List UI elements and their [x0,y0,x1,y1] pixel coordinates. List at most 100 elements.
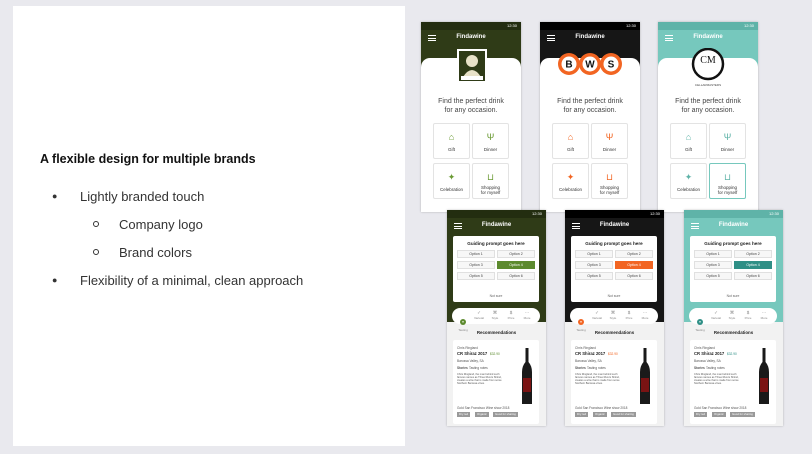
tag-chip[interactable]: Dry red [694,412,708,417]
tag-chip[interactable]: Organic [475,412,489,417]
tab-style[interactable]: ⌘ Style [725,310,739,322]
status-bar: 12:30 [565,210,664,218]
not-sure-link[interactable]: Not sure [453,294,539,298]
tab-tasting[interactable]: ▾ Tasting [574,310,588,332]
option-1[interactable]: Option 1 [457,250,495,258]
cm-caption: CELLARMASTERS [695,83,721,87]
not-sure-link[interactable]: Not sure [690,294,776,298]
option-1[interactable]: Option 1 [575,250,613,258]
phone-detail-danmurphys: 12:30 Findawine Guiding prompt goes here… [447,210,546,426]
sub-bullet-circle [93,221,99,227]
wine-bottle-image [521,348,533,404]
tile-dinner[interactable]: Ψ Dinner [591,123,628,159]
wine-card[interactable]: Chris Ringland CR Shiraz 2017 $32.90 Bar… [571,340,657,424]
app-title: Findawine [481,222,512,228]
tab-style[interactable]: ⌘ Style [488,310,502,322]
option-2[interactable]: Option 2 [615,250,653,258]
text-panel: A flexible design for multiple brands ● … [13,6,405,446]
status-bar: 12:30 [684,210,783,218]
phone-home-bws: 12:30 Findawine B W S Find the perfect d… [540,22,640,212]
wine-bottle-image [758,348,770,404]
tile-gift[interactable]: ⌂ Gift [670,123,707,159]
tag-chip[interactable]: Dry red [575,412,589,417]
tile-dinner[interactable]: Ψ Dinner [472,123,509,159]
status-bar: 12:30 [447,210,546,218]
app-bar: Findawine [447,218,546,234]
option-6[interactable]: Option 6 [734,272,772,280]
tile-shopping[interactable]: ⊔ Shopping for myself [472,163,509,199]
phone-home-cellarmasters: 12:30 Findawine CM CELLARMASTERS Find th… [658,22,758,212]
prompt-card: Guiding prompt goes here Option 1 Option… [453,236,539,302]
gift-icon: ⌂ [448,132,455,142]
tile-shopping[interactable]: ⊔ Shopping for myself [591,163,628,199]
tag-chip[interactable]: Good for sharing [493,412,518,417]
celebration-icon: ✦ [447,172,456,182]
tag-chip[interactable]: Good for sharing [611,412,636,417]
option-2[interactable]: Option 2 [734,250,772,258]
slide-heading: A flexible design for multiple brands [40,152,256,166]
tab-price[interactable]: $ Price [622,310,636,322]
tile-dinner[interactable]: Ψ Dinner [709,123,746,159]
phone-home-danmurphys: 12:30 Findawine Find the perfect drink fo… [421,22,521,212]
option-4-selected[interactable]: Option 4 [615,261,653,269]
phone-detail-cellarmasters: 12:30 Findawine Guiding prompt goes here… [684,210,783,426]
tile-celebration[interactable]: ✦ Celebration [552,163,589,199]
option-5[interactable]: Option 5 [575,272,613,280]
bws-letter-s: S [608,60,615,71]
option-3[interactable]: Option 3 [457,261,495,269]
app-bar: Findawine [684,218,783,234]
option-5[interactable]: Option 5 [694,272,732,280]
option-2[interactable]: Option 2 [497,250,535,258]
wine-card[interactable]: Chris Ringland CR Shiraz 2017 $32.90 Bar… [690,340,776,424]
recommendations-heading: Recommendations [713,330,754,335]
shopping-bag-icon: ⊔ [605,172,614,182]
slide: A flexible design for multiple brands ● … [0,0,812,454]
prompt-title: Guiding prompt goes here [704,241,762,246]
tag-chip[interactable]: Dry red [457,412,471,417]
wine-bottle-image [639,348,651,404]
tag-chip[interactable]: Organic [712,412,726,417]
option-1[interactable]: Option 1 [694,250,732,258]
tile-celebration[interactable]: ✦ Celebration [670,163,707,199]
tab-varietal[interactable]: ✓ Varietal [472,310,486,322]
app-title: Findawine [693,34,723,40]
option-3[interactable]: Option 3 [694,261,732,269]
option-4-selected[interactable]: Option 4 [497,261,535,269]
tab-more[interactable]: ⋯ More [638,310,652,322]
wine-card[interactable]: Chris Ringland CR Shiraz 2017 $32.90 Bar… [453,340,539,424]
not-sure-link[interactable]: Not sure [571,294,657,298]
app-bar: Findawine [565,218,664,234]
tab-tasting[interactable]: ▾ Tasting [456,310,470,332]
tab-varietal[interactable]: ✓ Varietal [709,310,723,322]
celebration-icon: ✦ [684,172,693,182]
tab-more[interactable]: ⋯ More [757,310,771,322]
option-3[interactable]: Option 3 [575,261,613,269]
tag-chip[interactable]: Good for sharing [730,412,755,417]
tab-varietal[interactable]: ✓ Varietal [590,310,604,322]
celebration-icon: ✦ [566,172,575,182]
prompt-title: Guiding prompt goes here [467,241,525,246]
option-4-selected[interactable]: Option 4 [734,261,772,269]
tile-gift[interactable]: ⌂ Gift [433,123,470,159]
award-badge: Gold San Francisco Wine show 2018 [575,406,628,410]
tab-more[interactable]: ⋯ More [520,310,534,322]
tag-chip[interactable]: Organic [593,412,607,417]
bws-letter-w: W [585,60,595,71]
tile-shopping[interactable]: ⊔ Shopping for myself [709,163,746,199]
option-6[interactable]: Option 6 [615,272,653,280]
tagline: Find the perfect drink for any occasion. [438,98,504,114]
award-badge: Gold San Francisco Wine show 2018 [694,406,747,410]
bullet-dot: ● [52,275,58,285]
tile-celebration[interactable]: ✦ Celebration [433,163,470,199]
tab-price[interactable]: $ Price [504,310,518,322]
tab-tasting[interactable]: ▾ Tasting [693,310,707,332]
status-bar: 12:30 [540,22,640,30]
option-6[interactable]: Option 6 [497,272,535,280]
tile-gift[interactable]: ⌂ Gift [552,123,589,159]
tab-price[interactable]: $ Price [741,310,755,322]
option-5[interactable]: Option 5 [457,272,495,280]
sub-bullet-circle [93,249,99,255]
gift-icon: ⌂ [685,132,692,142]
tab-style[interactable]: ⌘ Style [606,310,620,322]
tagline: Find the perfect drink for any occasion. [557,98,623,114]
